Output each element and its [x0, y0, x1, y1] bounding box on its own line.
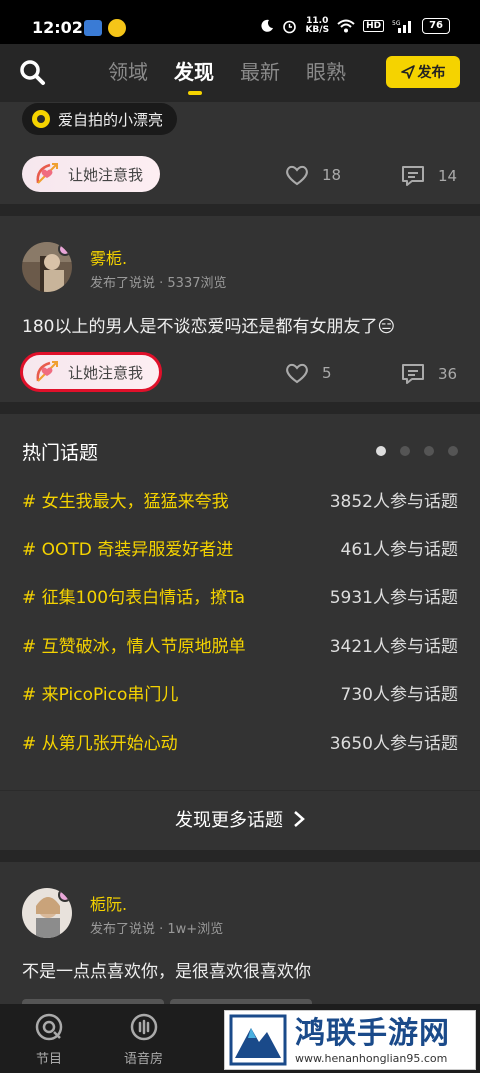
network-speed: 11.0 KB/S [305, 17, 329, 35]
hot-topic-count: 3650人参与话题 [329, 733, 458, 754]
like-stat[interactable]: 5 [284, 360, 332, 386]
bottom-nav-voice-room[interactable]: 语音房 [124, 1012, 163, 1067]
avatar[interactable] [22, 242, 72, 292]
hot-topic-name: # 征集100句表白情话，撩Ta [22, 587, 246, 608]
carousel-dot[interactable] [376, 446, 386, 456]
signal-icon: 5G [392, 20, 412, 33]
site-watermark: 鸿联手游网 www.henanhonglian95.com [224, 1010, 476, 1070]
heart-icon [286, 363, 308, 384]
watermark-logo [229, 1014, 287, 1066]
carousel-dot[interactable] [400, 446, 410, 456]
hot-topic-name: # 从第几张开始心动 [22, 733, 178, 754]
battery-indicator: 76 [422, 18, 450, 34]
tab-familiar[interactable]: 眼熟 [306, 56, 346, 85]
publish-label: 发布 [417, 65, 446, 81]
tab-domain[interactable]: 领域 [108, 56, 148, 85]
feed-tabs: 领域 发现 最新 眼熟 [108, 56, 346, 95]
carousel-dots [376, 446, 458, 456]
alarm-icon [283, 20, 297, 33]
post-text[interactable]: 180以上的男人是不谈恋爱吗还是都有女朋友了😑 [22, 312, 395, 337]
comment-count: 14 [438, 167, 458, 185]
net-speed-unit: KB/S [305, 25, 330, 35]
hot-topic-name: # 互赞破冰，情人节原地脱单 [22, 636, 246, 657]
wifi-icon [337, 19, 355, 33]
comment-stat[interactable]: 14 [400, 163, 457, 189]
watermark-title: 鸿联手游网 [295, 1015, 450, 1051]
hot-topic-row[interactable]: # OOTD 奇装异服爱好者进 461人参与话题 [22, 532, 458, 562]
notice-me-label: 让她注意我 [68, 165, 144, 184]
post-text[interactable]: 不是一点点喜欢你，是很喜欢很喜欢你 [22, 957, 311, 982]
hot-topic-row[interactable]: # 来PicoPico串门儿 730人参与话题 [22, 677, 458, 707]
topic-tag-label: 爱自拍的小漂亮 [58, 110, 164, 129]
top-nav: 领域 发现 最新 眼熟 发布 [0, 44, 480, 102]
bottom-nav-label: 语音房 [124, 1052, 164, 1067]
tab-latest[interactable]: 最新 [240, 56, 280, 85]
topic-dot-icon [32, 110, 50, 128]
status-icons: 11.0 KB/S HD 5G 76 [260, 17, 450, 35]
search-icon[interactable] [18, 58, 46, 86]
chevron-right-icon [294, 810, 305, 827]
username[interactable]: 栀阮. [90, 891, 127, 915]
username[interactable]: 雾栀. [90, 245, 127, 269]
more-topics-button[interactable]: 发现更多话题 [0, 790, 480, 846]
hot-topic-count: 461人参与话题 [340, 539, 458, 560]
hot-topic-row[interactable]: # 女生我最大，猛猛来夸我 3852人参与话题 [22, 484, 458, 514]
carousel-dot[interactable] [424, 446, 434, 456]
notification-app-icon [84, 20, 102, 36]
avatar[interactable] [22, 888, 72, 938]
notice-me-button[interactable]: 让她注意我 [20, 352, 162, 392]
hot-topic-name: # 来PicoPico串门儿 [22, 684, 179, 705]
hd-badge: HD [363, 20, 385, 32]
hot-topic-row[interactable]: # 征集100句表白情话，撩Ta 5931人参与话题 [22, 580, 458, 610]
comment-stat[interactable]: 36 [400, 361, 457, 387]
topic-tag-chip[interactable]: 爱自拍的小漂亮 [22, 103, 178, 135]
send-icon [400, 65, 415, 79]
bottom-nav-label: 节目 [35, 1052, 62, 1067]
watermark-url: www.henanhonglian95.com [295, 1051, 448, 1065]
hot-topic-count: 5931人参与话题 [329, 587, 458, 608]
tab-discover[interactable]: 发现 [174, 56, 214, 95]
notice-me-button[interactable]: 让她注意我 [22, 156, 160, 192]
carousel-dot[interactable] [448, 446, 458, 456]
cupid-bow-icon [36, 163, 58, 184]
like-stat[interactable]: 18 [284, 162, 341, 188]
status-time: 12:02 [32, 18, 83, 37]
comment-icon [402, 166, 424, 186]
post-card-3 [0, 862, 480, 1004]
like-count: 18 [322, 166, 342, 184]
comment-count: 36 [438, 365, 458, 383]
hot-topic-row[interactable]: # 互赞破冰，情人节原地脱单 3421人参与话题 [22, 629, 458, 659]
like-count: 5 [322, 364, 332, 382]
gender-badge [58, 888, 72, 902]
moon-icon [261, 19, 274, 32]
weibo-icon [108, 19, 126, 37]
svg-text:5G: 5G [392, 20, 401, 27]
publish-button[interactable]: 发布 [386, 56, 460, 88]
voice-room-icon [130, 1013, 157, 1041]
post-meta: 发布了说说 · 1w+浏览 [90, 922, 224, 937]
hot-topic-name: # OOTD 奇装异服爱好者进 [22, 539, 234, 560]
more-topics-label: 发现更多话题 [175, 809, 283, 831]
hot-topic-row[interactable]: # 从第几张开始心动 3650人参与话题 [22, 726, 458, 756]
comment-icon [402, 364, 424, 384]
notice-me-label: 让她注意我 [68, 363, 144, 382]
gender-badge [58, 242, 72, 256]
heart-icon [286, 165, 308, 186]
cupid-bow-icon [36, 361, 58, 382]
programs-icon [35, 1013, 63, 1041]
bottom-nav-programs[interactable]: 节目 [34, 1012, 64, 1067]
hot-topic-count: 3852人参与话题 [329, 491, 458, 512]
hot-topic-count: 730人参与话题 [340, 684, 458, 705]
hot-topic-name: # 女生我最大，猛猛来夸我 [22, 491, 229, 512]
status-bar: 12:02 11.0 KB/S HD 5G 76 [0, 0, 480, 44]
hot-topic-count: 3421人参与话题 [329, 636, 458, 657]
post-meta: 发布了说说 · 5337浏览 [90, 276, 227, 291]
hot-topics-title: 热门话题 [22, 442, 99, 464]
